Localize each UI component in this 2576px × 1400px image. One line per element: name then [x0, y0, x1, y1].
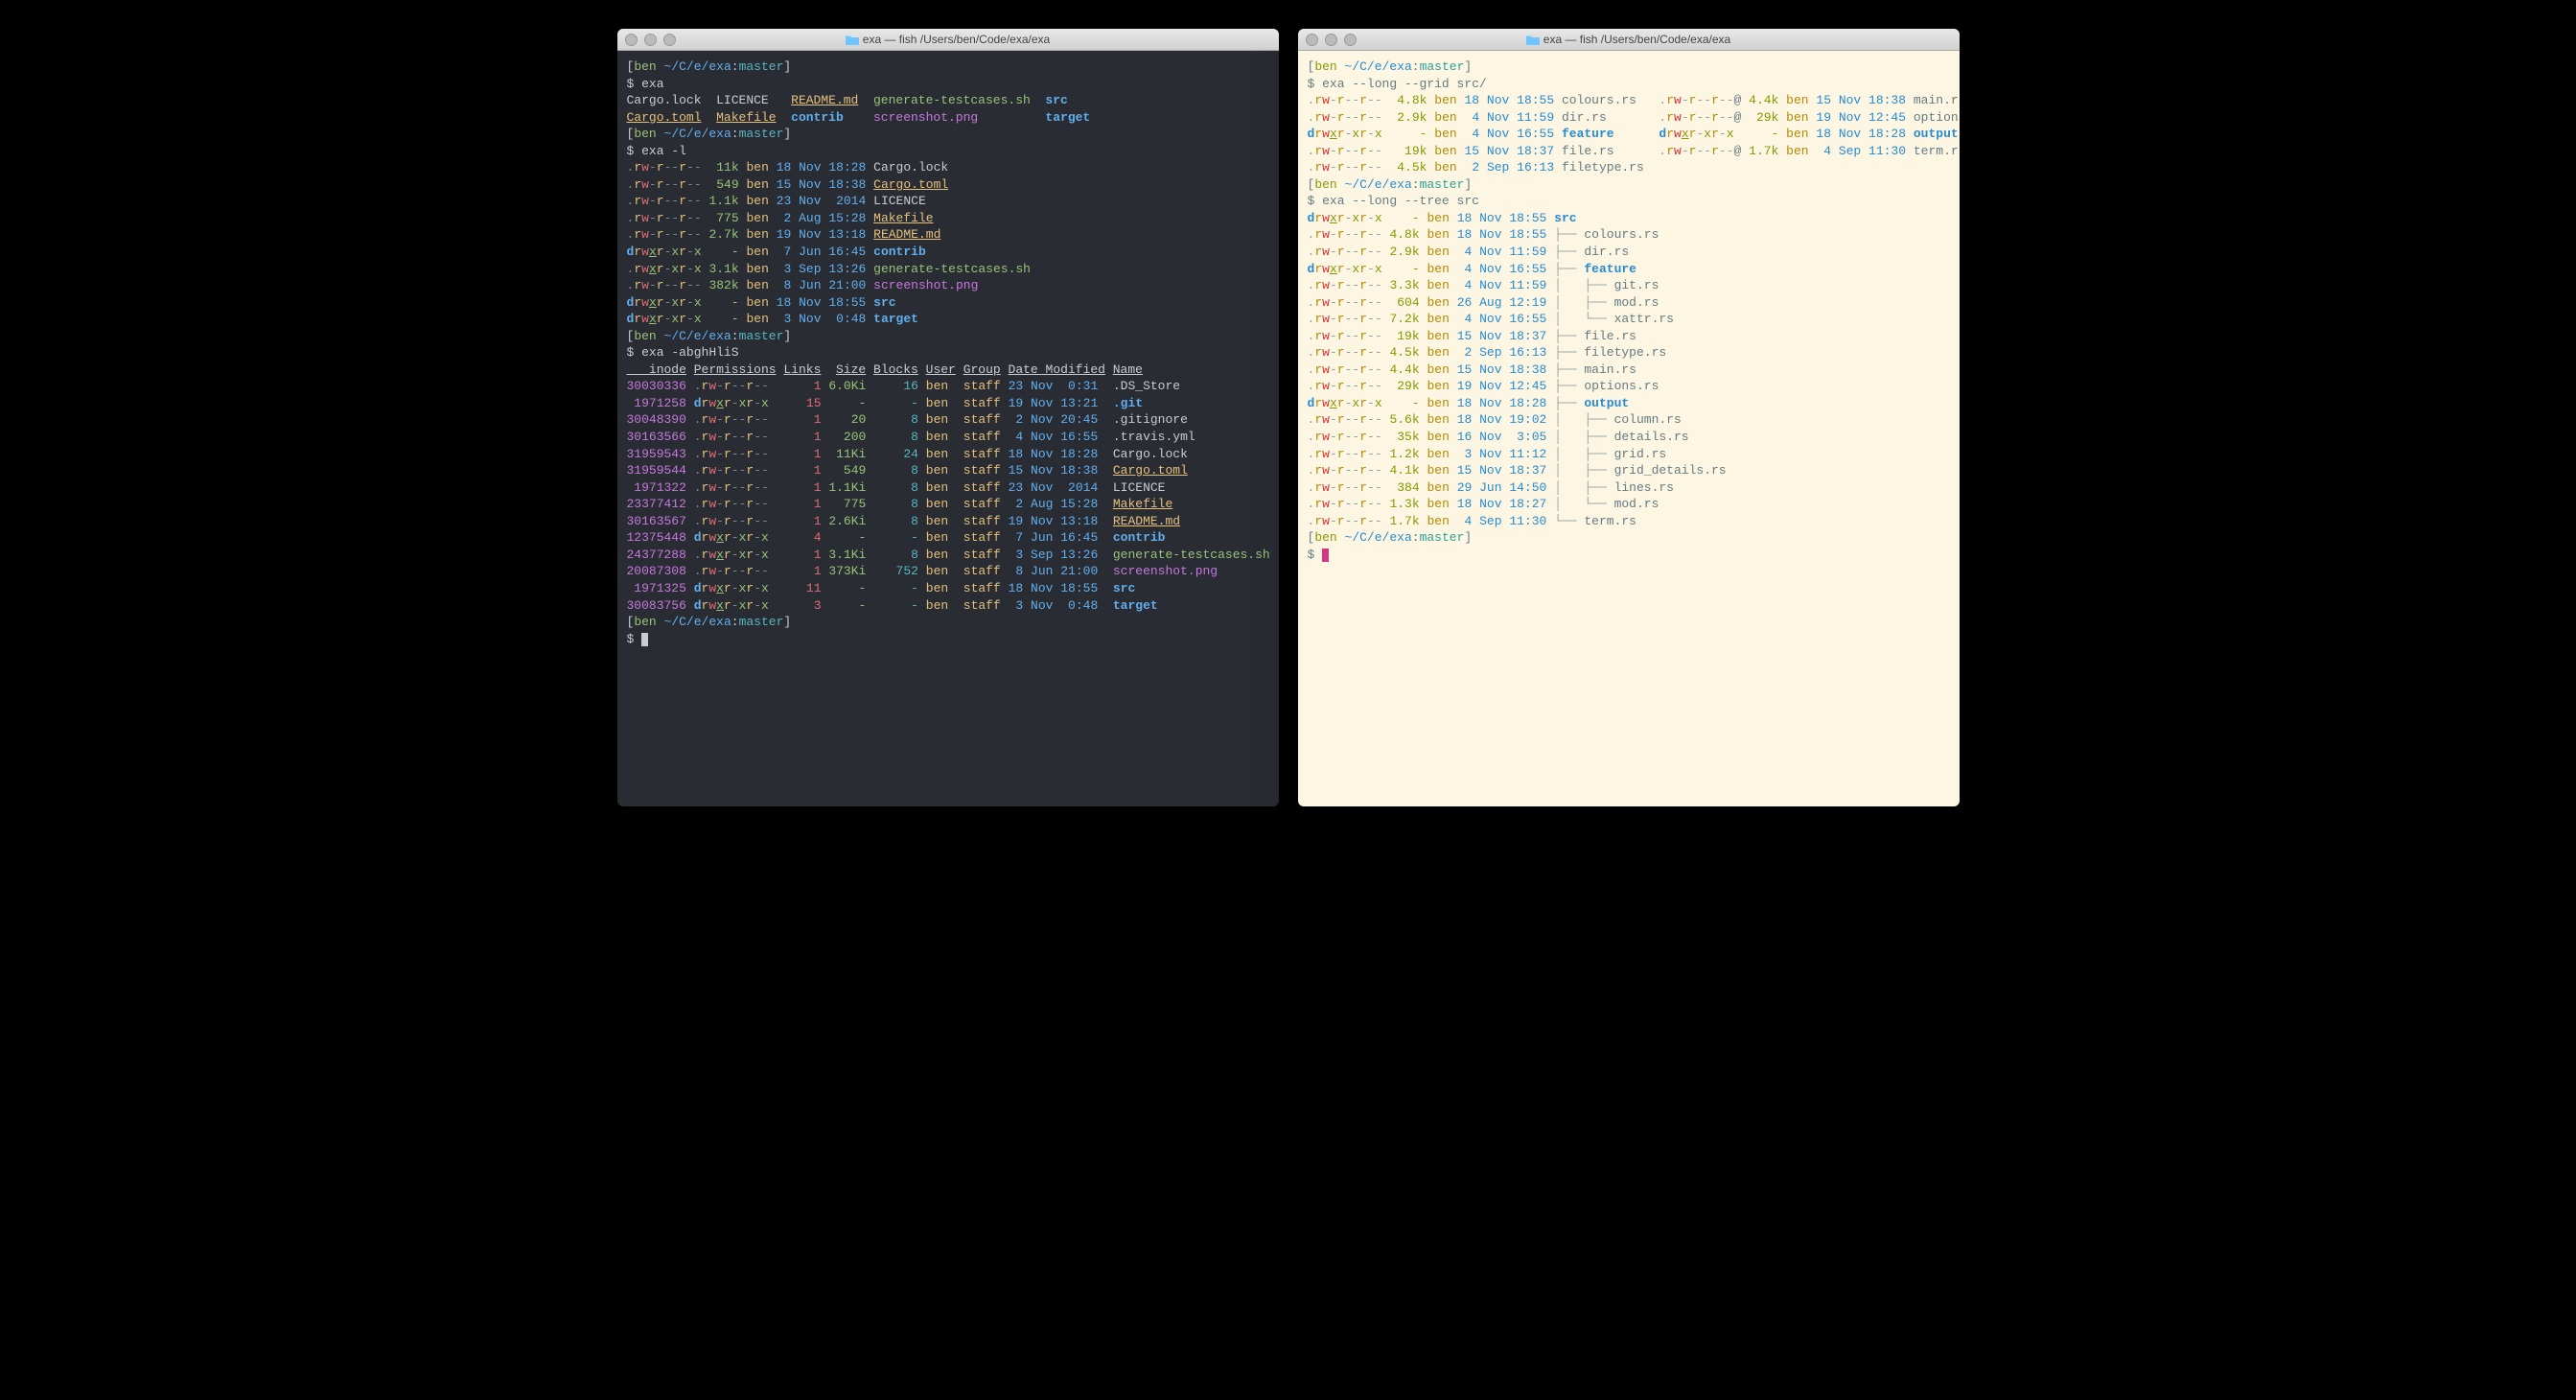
terminal-line: 30163567 .rw-r--r-- 1 2.6Ki 8 ben staff …	[627, 513, 1269, 530]
folder-icon	[846, 35, 859, 45]
terminal-line: 30163566 .rw-r--r-- 1 200 8 ben staff 4 …	[627, 429, 1269, 446]
minimize-icon[interactable]	[1325, 34, 1337, 46]
terminal-line: Cargo.toml Makefile contrib screenshot.p…	[627, 109, 1269, 127]
window-title: exa — fish /Users/ben/Code/exa/exa	[1298, 33, 1960, 46]
terminal-line: .rw-r--r-- 1.3k ben 18 Nov 18:27 │ └── m…	[1308, 496, 1950, 513]
terminal-line: 31959544 .rw-r--r-- 1 549 8 ben staff 15…	[627, 462, 1269, 479]
terminal-line: Cargo.lock LICENCE README.md generate-te…	[627, 92, 1269, 109]
terminal-line: .rw-r--r-- 7.2k ben 4 Nov 16:55 │ └── xa…	[1308, 311, 1950, 328]
terminal-line: .rw-r--r-- 549 ben 15 Nov 18:38 Cargo.to…	[627, 176, 1269, 194]
terminal-line: 20087308 .rw-r--r-- 1 373Ki 752 ben staf…	[627, 563, 1269, 580]
close-icon[interactable]	[1306, 34, 1318, 46]
terminal-window-light: exa — fish /Users/ben/Code/exa/exa [ben …	[1298, 29, 1960, 806]
traffic-lights	[625, 34, 676, 46]
terminal-line: [ben ~/C/e/exa:master]	[627, 126, 1269, 143]
terminal-line: [ben ~/C/e/exa:master]	[1308, 58, 1950, 76]
terminal-line: 1971322 .rw-r--r-- 1 1.1Ki 8 ben staff 2…	[627, 479, 1269, 497]
terminal-line: 30083756 drwxr-xr-x 3 - - ben staff 3 No…	[627, 597, 1269, 615]
terminal-line: $ exa	[627, 76, 1269, 93]
terminal-line: $ exa --long --grid src/	[1308, 76, 1950, 93]
terminal-line: drwxr-xr-x - ben 18 Nov 18:55 src	[627, 294, 1269, 312]
terminal-line: .rw-r--r-- 382k ben 8 Jun 21:00 screensh…	[627, 277, 1269, 294]
minimize-icon[interactable]	[644, 34, 657, 46]
terminal-line: drwxr-xr-x - ben 3 Nov 0:48 target	[627, 311, 1269, 328]
terminal-line: 1971325 drwxr-xr-x 11 - - ben staff 18 N…	[627, 580, 1269, 597]
terminal-line: .rw-r--r-- 4.4k ben 15 Nov 18:38 ├── mai…	[1308, 362, 1950, 379]
terminal-line: 24377288 .rwxr-xr-x 1 3.1Ki 8 ben staff …	[627, 547, 1269, 564]
terminal-line: .rw-r--r-- 775 ben 2 Aug 15:28 Makefile	[627, 210, 1269, 227]
terminal-line: .rwxr-xr-x 3.1k ben 3 Sep 13:26 generate…	[627, 261, 1269, 278]
zoom-icon[interactable]	[663, 34, 676, 46]
cursor	[641, 633, 648, 646]
terminal-line: .rw-r--r-- 1.1k ben 23 Nov 2014 LICENCE	[627, 193, 1269, 210]
terminal-line: .rw-r--r-- 4.1k ben 15 Nov 18:37 │ ├── g…	[1308, 462, 1950, 479]
terminal-body-dark[interactable]: [ben ~/C/e/exa:master]$ exaCargo.lock LI…	[617, 51, 1279, 806]
terminal-line: [ben ~/C/e/exa:master]	[1308, 176, 1950, 194]
terminal-line: $ exa -abghHliS	[627, 344, 1269, 362]
terminal-line: $ exa -l	[627, 143, 1269, 160]
terminal-line: .rw-r--r-- 29k ben 19 Nov 12:45 ├── opti…	[1308, 378, 1950, 395]
titlebar: exa — fish /Users/ben/Code/exa/exa	[1298, 29, 1960, 51]
terminal-window-dark: exa — fish /Users/ben/Code/exa/exa [ben …	[617, 29, 1279, 806]
terminal-line: 12375448 drwxr-xr-x 4 - - ben staff 7 Ju…	[627, 529, 1269, 547]
terminal-line: 31959543 .rw-r--r-- 1 11Ki 24 ben staff …	[627, 446, 1269, 463]
terminal-line: $	[627, 631, 1269, 648]
terminal-line: drwxr-xr-x - ben 4 Nov 16:55 feature drw…	[1308, 126, 1950, 143]
terminal-line: .rw-r--r-- 4.8k ben 18 Nov 18:55 colours…	[1308, 92, 1950, 109]
terminal-line: .rw-r--r-- 5.6k ben 18 Nov 19:02 │ ├── c…	[1308, 411, 1950, 429]
terminal-line: drwxr-xr-x - ben 18 Nov 18:28 ├── output	[1308, 395, 1950, 412]
terminal-line: .rw-r--r-- 1.2k ben 3 Nov 11:12 │ ├── gr…	[1308, 446, 1950, 463]
terminal-line: .rw-r--r-- 604 ben 26 Aug 12:19 │ ├── mo…	[1308, 294, 1950, 312]
terminal-line: [ben ~/C/e/exa:master]	[627, 58, 1269, 76]
terminal-line: 30030336 .rw-r--r-- 1 6.0Ki 16 ben staff…	[627, 378, 1269, 395]
terminal-line: .rw-r--r-- 1.7k ben 4 Sep 11:30 └── term…	[1308, 513, 1950, 530]
terminal-line: [ben ~/C/e/exa:master]	[1308, 529, 1950, 547]
terminal-line: inode Permissions Links Size Blocks User…	[627, 362, 1269, 379]
terminal-line: .rw-r--r-- 2.9k ben 4 Nov 11:59 dir.rs .…	[1308, 109, 1950, 127]
terminal-line: .rw-r--r-- 384 ben 29 Jun 14:50 │ ├── li…	[1308, 479, 1950, 497]
terminal-line: .rw-r--r-- 3.3k ben 4 Nov 11:59 │ ├── gi…	[1308, 277, 1950, 294]
terminal-line: drwxr-xr-x - ben 7 Jun 16:45 contrib	[627, 244, 1269, 261]
terminal-line: .rw-r--r-- 4.8k ben 18 Nov 18:55 ├── col…	[1308, 226, 1950, 244]
terminal-line: drwxr-xr-x - ben 4 Nov 16:55 ├── feature	[1308, 261, 1950, 278]
terminal-line: [ben ~/C/e/exa:master]	[627, 328, 1269, 345]
terminal-line: .rw-r--r-- 11k ben 18 Nov 18:28 Cargo.lo…	[627, 159, 1269, 176]
terminal-line: .rw-r--r-- 19k ben 15 Nov 18:37 ├── file…	[1308, 328, 1950, 345]
terminal-line: $ exa --long --tree src	[1308, 193, 1950, 210]
terminal-line: .rw-r--r-- 2.7k ben 19 Nov 13:18 README.…	[627, 226, 1269, 244]
terminal-line: 30048390 .rw-r--r-- 1 20 8 ben staff 2 N…	[627, 411, 1269, 429]
terminal-line: .rw-r--r-- 2.9k ben 4 Nov 11:59 ├── dir.…	[1308, 244, 1950, 261]
folder-icon	[1526, 35, 1540, 45]
terminal-line: [ben ~/C/e/exa:master]	[627, 614, 1269, 631]
traffic-lights	[1306, 34, 1357, 46]
terminal-line: .rw-r--r-- 4.5k ben 2 Sep 16:13 ├── file…	[1308, 344, 1950, 362]
terminal-line: $	[1308, 547, 1950, 564]
window-title: exa — fish /Users/ben/Code/exa/exa	[617, 33, 1279, 46]
titlebar: exa — fish /Users/ben/Code/exa/exa	[617, 29, 1279, 51]
zoom-icon[interactable]	[1344, 34, 1357, 46]
terminal-line: drwxr-xr-x - ben 18 Nov 18:55 src	[1308, 210, 1950, 227]
terminal-line: .rw-r--r-- 4.5k ben 2 Sep 16:13 filetype…	[1308, 159, 1950, 176]
cursor	[1322, 548, 1329, 562]
terminal-line: 1971258 drwxr-xr-x 15 - - ben staff 19 N…	[627, 395, 1269, 412]
terminal-body-light[interactable]: [ben ~/C/e/exa:master]$ exa --long --gri…	[1298, 51, 1960, 806]
terminal-line: .rw-r--r-- 19k ben 15 Nov 18:37 file.rs …	[1308, 143, 1950, 160]
terminal-line: .rw-r--r-- 35k ben 16 Nov 3:05 │ ├── det…	[1308, 429, 1950, 446]
terminal-line: 23377412 .rw-r--r-- 1 775 8 ben staff 2 …	[627, 496, 1269, 513]
close-icon[interactable]	[625, 34, 638, 46]
